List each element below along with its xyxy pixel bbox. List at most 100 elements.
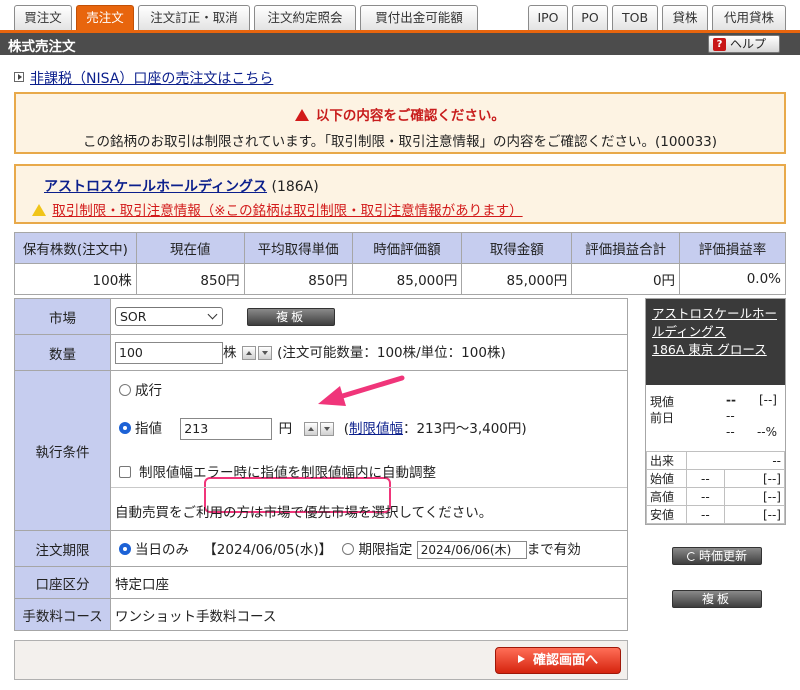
stock-info-box: アストロスケールホールディングス (186A) 取引制限・取引注意情報（※この銘… [14,164,786,224]
quantity-input[interactable]: 100 [115,342,223,364]
period-specify-radio[interactable] [342,543,355,555]
side-board-button[interactable]: 複板 [672,590,762,608]
auto-adjust-option: 制限値幅エラー時に指値を制限値幅内に自動調整 [119,461,624,481]
price-range-link[interactable]: 制限値幅 [349,421,403,437]
price-range-text: ：213円〜3,400円) [402,421,527,437]
quote-change-pct: --% [756,425,777,439]
tab-order-correction[interactable]: 注文訂正・取消 [138,5,250,30]
quote-current-bracket: [--] [758,393,777,407]
page-title: 株式売注文 [8,39,76,55]
quote-panel: アストロスケールホールディングス 186A 東京 グロース 現値 -- [--] … [645,298,786,525]
price-down-icon[interactable] [320,422,335,436]
exec-cell: 成行 指値 213 円 (制限値幅：213円〜3,400円) 制限値幅エラー時に… [110,370,628,531]
chevron-down-icon [207,309,218,320]
account-label: 口座区分 [14,566,111,599]
quote-prev-label: 前日 [650,411,675,425]
quote-price-block: 現値 -- [--] 前日 -- -- --% [646,385,785,451]
tab-buy-order[interactable]: 買注文 [14,5,72,30]
quote-change-value: -- [726,425,735,439]
fee-label: 手数料コース [14,598,111,631]
quote-grid: 出来 -- 始値 -- [--] 高値 -- [--] 安値 -- [--] [646,451,786,524]
quote-grid-label: 高値 [646,487,687,506]
quote-current-value: -- [726,393,736,407]
quote-grid-label: 安値 [646,505,687,524]
quote-grid-value: -- [686,487,725,506]
arrow-right-icon [14,72,24,82]
market-select[interactable]: SOR [115,307,223,326]
market-select-value: SOR [120,309,147,324]
quote-current-label: 現値 [650,395,675,409]
quantity-down-icon[interactable] [257,346,272,360]
tab-collateral-lending[interactable]: 代用貸株 [712,5,786,30]
period-cell: 当日のみ 【2024/06/05(水)】 期限指定 2024/06/06(木) ま… [110,530,628,567]
market-order-radio[interactable] [119,384,131,396]
tab-stock-lending[interactable]: 貸株 [662,5,708,30]
market-order-option[interactable]: 成行 [119,379,162,399]
nisa-link-row: 非課税（NISA）口座の売注文はこちら [14,68,273,88]
tab-buying-power[interactable]: 買付出金可能額 [360,5,478,30]
period-date-input[interactable]: 2024/06/06(木) [416,541,527,559]
quote-grid-row: 高値 -- [--] [646,487,786,506]
holdings-header: 評価損益率 [679,232,786,264]
caution-icon [32,204,46,216]
period-row: 注文期限 当日のみ 【2024/06/05(水)】 期限指定 2024/06/0… [14,530,628,567]
market-order-label: 成行 [135,383,162,399]
period-today-label: 当日のみ [135,542,189,558]
fee-row: 手数料コース ワンショット手数料コース [14,598,628,631]
tab-ipo[interactable]: IPO [528,5,568,30]
quote-code-line: 186A 東京 グロース [652,342,767,357]
tab-po[interactable]: PO [572,5,608,30]
quote-grid-row: 始値 -- [--] [646,469,786,488]
quote-stock-link[interactable]: アストロスケールホールディングス 186A 東京 グロース [652,306,777,357]
help-button[interactable]: ? ヘルプ [708,35,780,53]
quote-grid-label: 出来 [646,451,687,470]
market-label: 市場 [14,298,111,335]
stock-name-link[interactable]: アストロスケールホールディングス [44,179,267,195]
auto-adjust-label: 制限値幅エラー時に指値を制限値幅内に自動調整 [139,465,436,481]
warning-title: 以下の内容をご確認ください。 [16,104,784,124]
period-label: 注文期限 [14,530,111,567]
account-value: 特定口座 [110,566,628,599]
quote-current-row: 現値 -- [--] [650,393,781,409]
tab-tob[interactable]: TOB [612,5,658,30]
quote-grid-bracket: [--] [723,487,786,506]
stock-name-row: アストロスケールホールディングス (186A) [44,176,319,196]
auto-adjust-checkbox[interactable] [119,466,131,478]
title-bar: 株式売注文 ? ヘルプ [0,30,800,55]
order-form-wrap: 市場 SOR 複板 数量 100 株 (注文可能数量：100株/単位：100株) … [14,298,628,631]
warning-message: この銘柄のお取引は制限されています。「取引制限・取引注意情報」の内容をご確認くだ… [82,134,718,150]
period-today-date: 【2024/06/05(水)】 [203,542,333,558]
nisa-sell-link[interactable]: 非課税（NISA）口座の売注文はこちら [30,71,273,87]
confirm-label: 確認画面へ [532,653,598,668]
price-up-icon[interactable] [304,422,319,436]
quantity-up-icon[interactable] [241,346,256,360]
fee-value: ワンショット手数料コース [110,598,628,631]
refresh-price-button[interactable]: 時価更新 [672,547,762,565]
holdings-header: 現在値 [135,232,245,264]
confirm-button[interactable]: 確認画面へ [495,647,621,674]
limit-order-radio[interactable] [119,422,131,434]
restriction-link[interactable]: 取引制限・取引注意情報（※この銘柄は取引制限・取引注意情報があります） [52,203,522,219]
refresh-label: 時価更新 [698,549,747,563]
exec-label: 執行条件 [14,370,111,531]
holdings-cell: 850円 [135,263,245,295]
holdings-cell: 85,000円 [351,263,463,295]
tab-sell-order[interactable]: 売注文 [76,5,134,30]
tab-bar: 買注文 売注文 注文訂正・取消 注文約定照会 買付出金可能額 IPO PO TO… [0,0,800,30]
help-label: ヘルプ [730,37,767,51]
holdings-header: 評価損益合計 [571,232,681,264]
limit-price-input[interactable]: 213 [180,418,273,440]
holdings-cell: 85,000円 [461,263,573,295]
period-today-radio[interactable] [119,543,131,555]
quote-grid-bracket: [--] [723,505,786,524]
restriction-row: 取引制限・取引注意情報（※この銘柄は取引制限・取引注意情報があります） [32,199,523,219]
board-button[interactable]: 複板 [247,307,336,326]
order-form: 市場 SOR 複板 数量 100 株 (注文可能数量：100株/単位：100株) … [14,298,628,631]
quantity-label: 数量 [14,334,111,371]
auto-trade-note: 自動売買をご利用の方は市場で優先市場を選択してください。 [115,505,493,521]
warning-icon [295,109,310,121]
holdings-header: 時価評価額 [351,232,463,264]
exec-divider [111,487,627,488]
tab-order-inquiry[interactable]: 注文約定照会 [254,5,356,30]
quote-prev-row: 前日 -- [650,409,781,425]
